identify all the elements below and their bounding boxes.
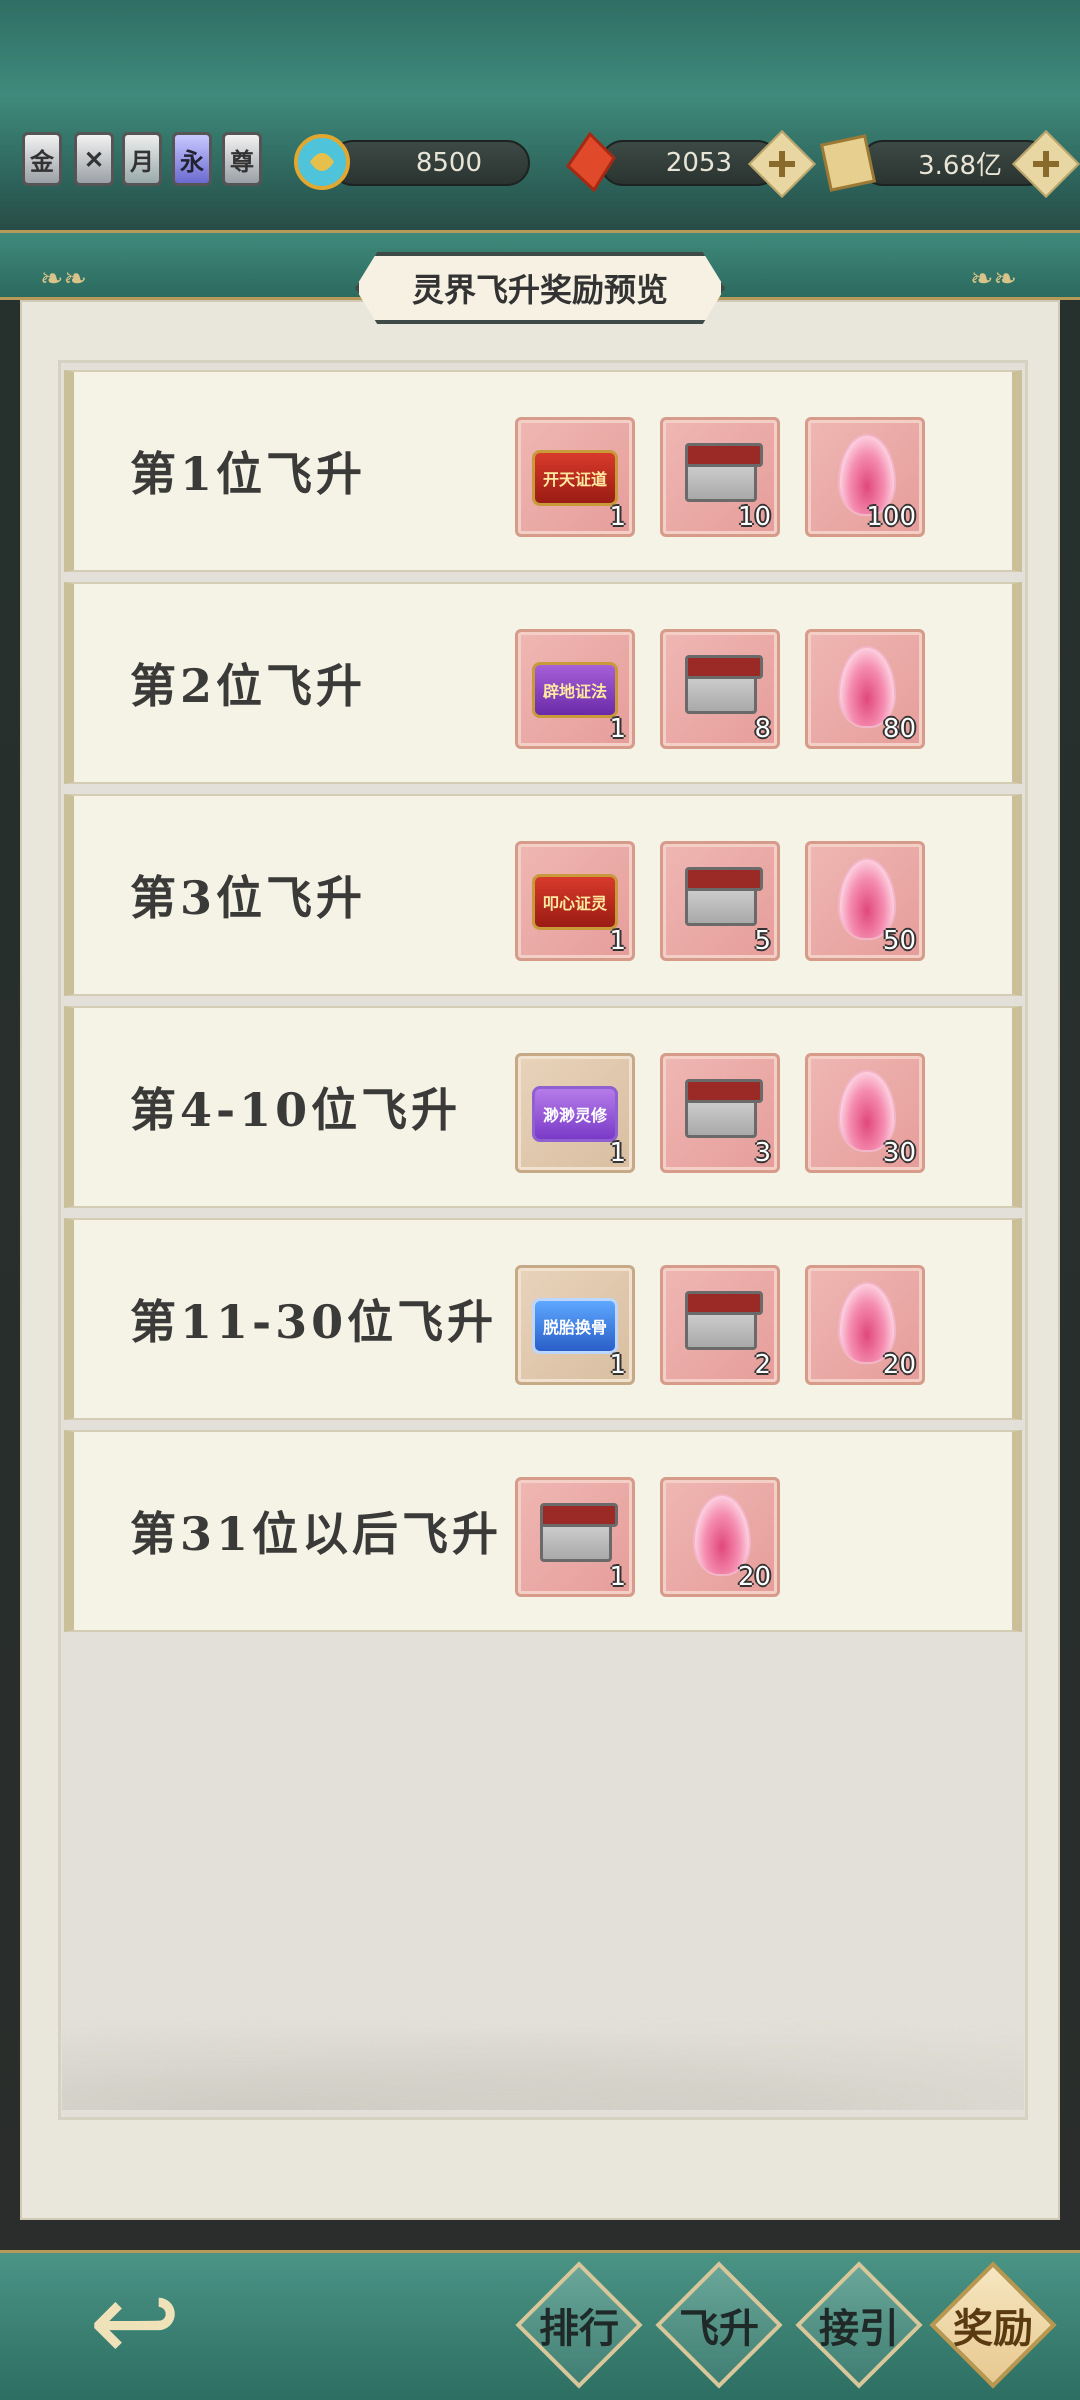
reward-item-gem[interactable]: 20 bbox=[660, 1477, 780, 1597]
item-quantity: 1 bbox=[609, 714, 626, 744]
reward-rank-label: 第31位以后飞升 bbox=[130, 1507, 503, 1561]
page-title: 灵界飞升奖励预览 bbox=[355, 252, 725, 324]
currency-1-display: 8500 bbox=[330, 140, 530, 186]
rank-badge-eternal[interactable]: 永 bbox=[172, 132, 212, 186]
tab-label: 奖励 bbox=[953, 2305, 1033, 2352]
reward-item-gem[interactable]: 80 bbox=[805, 629, 925, 749]
treasure-chest-icon bbox=[540, 1503, 618, 1562]
badge-moon-label: 月 bbox=[130, 146, 154, 176]
reward-item-chest[interactable]: 8 bbox=[660, 629, 780, 749]
reward-item-scroll[interactable]: 脱胎换骨 1 bbox=[515, 1265, 635, 1385]
reward-rank-label: 第1位飞升 bbox=[130, 447, 367, 501]
title-scroll-icon: 开天证道 bbox=[532, 450, 618, 506]
item-quantity: 1 bbox=[609, 1138, 626, 1168]
left-cloud-ornament-icon: ❧❧ bbox=[40, 262, 87, 295]
item-quantity: 8 bbox=[754, 714, 771, 744]
reward-item-chest[interactable]: 5 bbox=[660, 841, 780, 961]
item-quantity: 50 bbox=[882, 926, 916, 956]
title-scroll-icon: 脱胎换骨 bbox=[532, 1298, 618, 1354]
item-quantity: 3 bbox=[754, 1138, 771, 1168]
item-quantity: 10 bbox=[737, 502, 771, 532]
back-arrow-icon: ↩ bbox=[88, 2258, 182, 2386]
reward-item-gem[interactable]: 100 bbox=[805, 417, 925, 537]
swirl-orb-icon bbox=[292, 130, 352, 194]
badge-eternal-label: 永 bbox=[180, 146, 204, 176]
badge-emblem-icon: ✕ bbox=[83, 144, 105, 174]
item-quantity: 1 bbox=[609, 1350, 626, 1380]
reward-rank-label: 第2位飞升 bbox=[130, 659, 367, 713]
reward-row: 第4-10位飞升 渺渺灵修 1 3 30 bbox=[64, 1006, 1022, 1208]
reward-row: 第3位飞升 叩心证灵 1 5 50 bbox=[64, 794, 1022, 996]
reward-item-gem[interactable]: 30 bbox=[805, 1053, 925, 1173]
currency-2-value: 2053 bbox=[665, 148, 732, 178]
title-scroll-icon: 渺渺灵修 bbox=[532, 1086, 618, 1142]
nav-tab[interactable]: 飞升 bbox=[655, 2261, 783, 2389]
reward-row: 第31位以后飞升 1 20 bbox=[64, 1430, 1022, 1632]
reward-row: 第2位飞升 辟地证法 1 8 80 bbox=[64, 582, 1022, 784]
reward-rank-label: 第11-30位飞升 bbox=[130, 1295, 498, 1349]
title-scroll-icon: 辟地证法 bbox=[532, 662, 618, 718]
item-quantity: 20 bbox=[882, 1350, 916, 1380]
tab-label: 排行 bbox=[539, 2305, 619, 2352]
treasure-chest-icon bbox=[685, 1079, 763, 1138]
item-quantity: 1 bbox=[609, 502, 626, 532]
reward-item-scroll[interactable]: 开天证道 1 bbox=[515, 417, 635, 537]
reward-item-scroll[interactable]: 渺渺灵修 1 bbox=[515, 1053, 635, 1173]
back-button[interactable]: ↩ bbox=[40, 2258, 230, 2386]
reward-rank-label: 第3位飞升 bbox=[130, 871, 367, 925]
reward-item-chest[interactable]: 1 bbox=[515, 1477, 635, 1597]
item-quantity: 2 bbox=[754, 1350, 771, 1380]
tab-label: 飞升 bbox=[679, 2305, 759, 2352]
currency-3-value: 3.68亿 bbox=[918, 150, 1002, 181]
badge-supreme-label: 尊 bbox=[230, 146, 254, 176]
item-quantity: 100 bbox=[866, 502, 916, 532]
item-quantity: 1 bbox=[609, 926, 626, 956]
treasure-chest-icon bbox=[685, 655, 763, 714]
badge-gold-label: 金 bbox=[30, 146, 54, 176]
currency-1-value: 8500 bbox=[415, 148, 482, 178]
item-quantity: 20 bbox=[737, 1562, 771, 1592]
rank-badge-supreme[interactable]: 尊 bbox=[222, 132, 262, 186]
reward-item-chest[interactable]: 2 bbox=[660, 1265, 780, 1385]
rank-badge-emblem[interactable]: ✕ bbox=[74, 132, 114, 186]
rank-badge-gold[interactable]: 金 bbox=[22, 132, 62, 186]
scroll-paper-icon bbox=[818, 130, 878, 194]
reward-item-chest[interactable]: 10 bbox=[660, 417, 780, 537]
red-crystal-icon bbox=[560, 130, 620, 194]
treasure-chest-icon bbox=[685, 443, 763, 502]
mountain-decoration bbox=[62, 2000, 1024, 2110]
nav-tab[interactable]: 奖励 bbox=[929, 2261, 1057, 2389]
tab-label: 接引 bbox=[819, 2305, 899, 2352]
item-quantity: 1 bbox=[609, 1562, 626, 1592]
treasure-chest-icon bbox=[685, 1291, 763, 1350]
reward-row: 第11-30位飞升 脱胎换骨 1 2 20 bbox=[64, 1218, 1022, 1420]
item-quantity: 5 bbox=[754, 926, 771, 956]
item-quantity: 30 bbox=[882, 1138, 916, 1168]
treasure-chest-icon bbox=[685, 867, 763, 926]
reward-rank-label: 第4-10位飞升 bbox=[130, 1083, 462, 1137]
reward-item-gem[interactable]: 50 bbox=[805, 841, 925, 961]
reward-item-scroll[interactable]: 辟地证法 1 bbox=[515, 629, 635, 749]
title-scroll-icon: 叩心证灵 bbox=[532, 874, 618, 930]
reward-row: 第1位飞升 开天证道 1 10 100 bbox=[64, 370, 1022, 572]
reward-item-chest[interactable]: 3 bbox=[660, 1053, 780, 1173]
reward-item-gem[interactable]: 20 bbox=[805, 1265, 925, 1385]
item-quantity: 80 bbox=[882, 714, 916, 744]
reward-item-scroll[interactable]: 叩心证灵 1 bbox=[515, 841, 635, 961]
nav-tab[interactable]: 接引 bbox=[795, 2261, 923, 2389]
rank-badge-moon[interactable]: 月 bbox=[122, 132, 162, 186]
right-cloud-ornament-icon: ❧❧ bbox=[970, 262, 1017, 295]
nav-tab[interactable]: 排行 bbox=[515, 2261, 643, 2389]
